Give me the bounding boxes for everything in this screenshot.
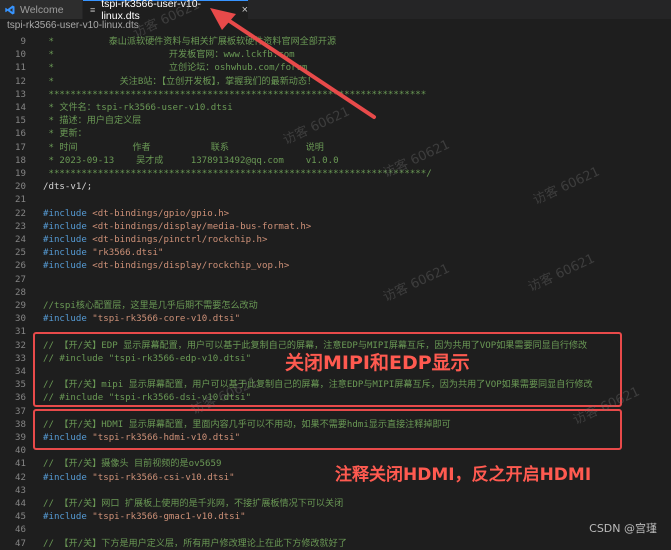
csdn-credit: CSDN @宫瑾: [589, 522, 657, 535]
